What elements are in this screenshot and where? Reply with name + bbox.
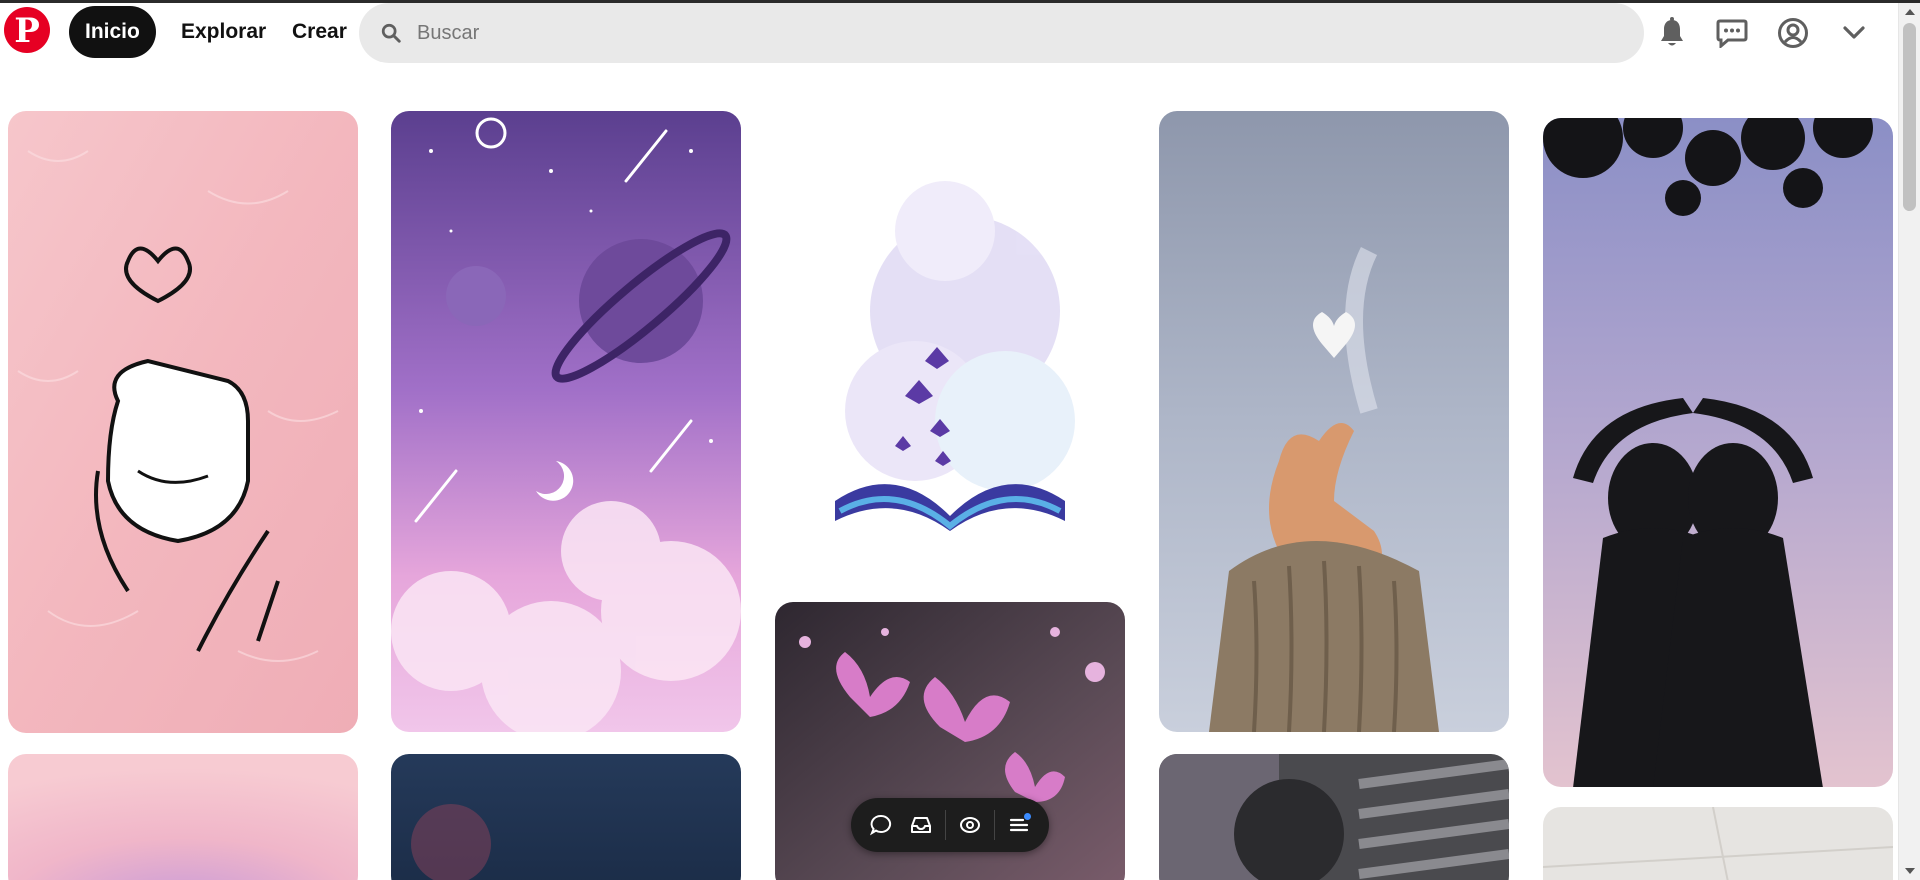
pinterest-logo[interactable]: P bbox=[4, 7, 50, 53]
nav-create-link[interactable]: Crear bbox=[292, 6, 347, 58]
pin-purple-space[interactable] bbox=[391, 111, 741, 732]
menu-button[interactable] bbox=[999, 804, 1039, 846]
pin-image bbox=[8, 111, 358, 733]
pin-image bbox=[1159, 111, 1509, 732]
inbox-button[interactable] bbox=[901, 804, 941, 846]
bell-icon bbox=[1661, 17, 1683, 46]
search-bar[interactable] bbox=[359, 3, 1644, 63]
chevron-down-icon bbox=[1843, 26, 1865, 39]
scroll-up-arrow[interactable] bbox=[1905, 9, 1915, 15]
scroll-thumb[interactable] bbox=[1903, 23, 1916, 211]
floating-toolbar bbox=[851, 798, 1049, 852]
comment-icon bbox=[869, 814, 892, 836]
pin-image bbox=[391, 754, 741, 880]
pin-image bbox=[1543, 118, 1893, 787]
page-scrollbar[interactable] bbox=[1898, 3, 1920, 880]
notifications-button[interactable] bbox=[1650, 11, 1694, 55]
toolbar-divider bbox=[994, 810, 995, 840]
pin-image bbox=[391, 111, 741, 732]
profile-button[interactable] bbox=[1771, 11, 1815, 55]
account-menu-button[interactable] bbox=[1832, 11, 1876, 55]
pin-pink-fur-hand[interactable] bbox=[8, 111, 358, 733]
inbox-icon bbox=[911, 817, 932, 833]
comment-button[interactable] bbox=[861, 804, 901, 846]
toolbar-divider bbox=[945, 810, 947, 840]
pin-finger-heart-sky[interactable] bbox=[1159, 111, 1509, 732]
nav-explore-link[interactable]: Explorar bbox=[181, 6, 266, 58]
pin-image bbox=[775, 111, 1125, 589]
notification-dot bbox=[1024, 813, 1032, 820]
pin-image bbox=[8, 754, 358, 880]
scroll-down-arrow[interactable] bbox=[1905, 868, 1915, 874]
pin-friends-silhouette[interactable] bbox=[1543, 118, 1893, 787]
logo-letter: P bbox=[14, 11, 40, 51]
pin-car-glitter[interactable] bbox=[1159, 754, 1509, 880]
view-button[interactable] bbox=[950, 804, 990, 846]
pin-pink-gradient[interactable] bbox=[8, 754, 358, 880]
search-input[interactable] bbox=[417, 21, 1597, 45]
user-icon bbox=[1778, 18, 1808, 48]
pin-image bbox=[1543, 807, 1893, 880]
top-navigation-bar: P Inicio Explorar Crear bbox=[0, 3, 1898, 65]
nav-home-button[interactable]: Inicio bbox=[69, 6, 156, 58]
search-icon bbox=[377, 19, 405, 47]
pin-image bbox=[1159, 754, 1509, 880]
pin-floor-tiles[interactable] bbox=[1543, 807, 1893, 880]
pin-night-sky[interactable] bbox=[391, 754, 741, 880]
messages-button[interactable] bbox=[1710, 11, 1754, 55]
pin-butterfly-book[interactable] bbox=[775, 111, 1125, 589]
eye-icon bbox=[960, 817, 981, 833]
message-icon bbox=[1716, 19, 1748, 48]
